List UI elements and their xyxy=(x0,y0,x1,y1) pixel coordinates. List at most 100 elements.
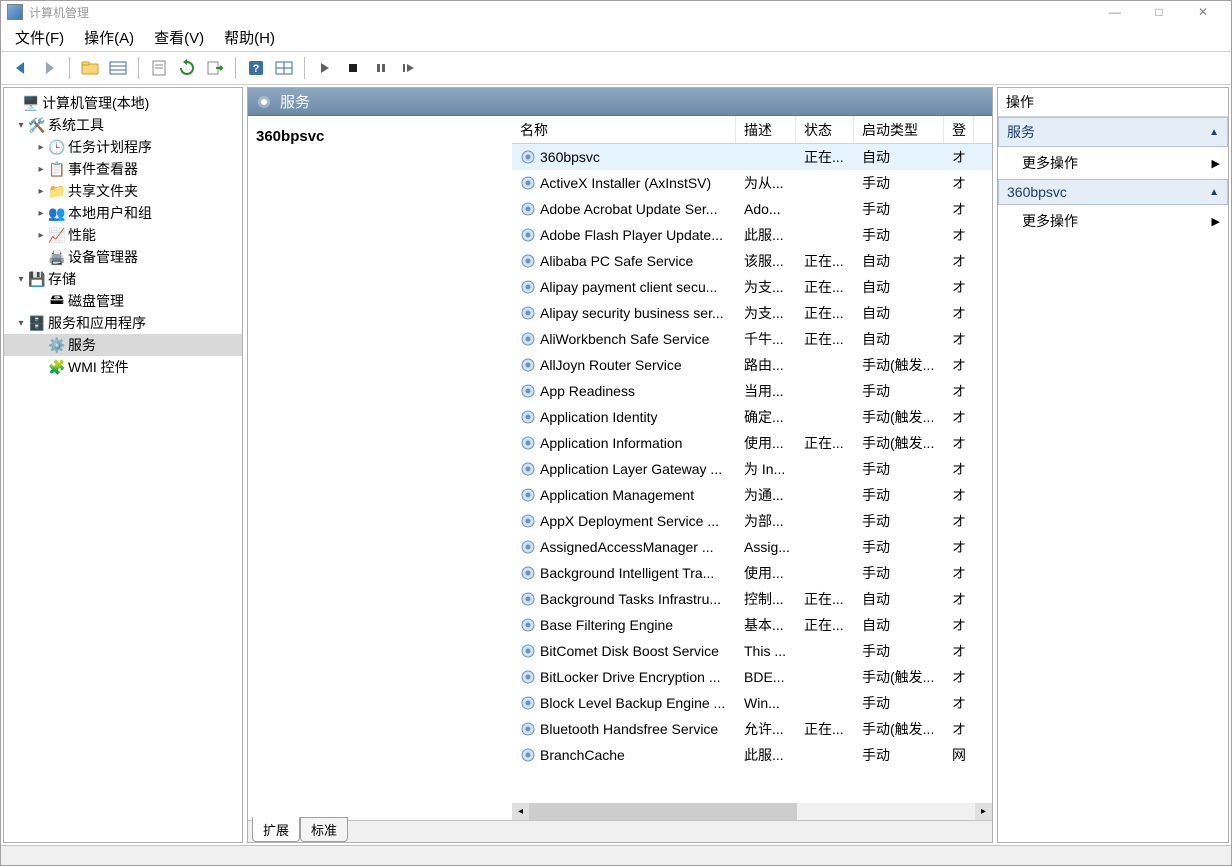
expand-icon[interactable]: ▸ xyxy=(34,142,48,153)
horizontal-scrollbar[interactable]: ◂ ▸ xyxy=(512,803,992,820)
scroll-thumb[interactable] xyxy=(529,803,797,820)
service-row[interactable]: Alipay security business ser...为支...正在..… xyxy=(512,300,992,326)
list-view-icon[interactable] xyxy=(105,55,131,81)
expand-icon[interactable]: ▸ xyxy=(34,230,48,241)
service-row[interactable]: BitComet Disk Boost ServiceThis ...手动オ xyxy=(512,638,992,664)
collapse-icon[interactable]: ▾ xyxy=(14,318,28,329)
expand-icon[interactable]: ▸ xyxy=(34,164,48,175)
col-logon[interactable]: 登 xyxy=(944,116,974,143)
tree-pane[interactable]: 🖥️ 计算机管理(本地) ▾ 🛠️ 系统工具 ▸ 🕒 任务计划程序 ▸ 📋 事件… xyxy=(3,87,243,843)
collapse-icon[interactable]: ▲ xyxy=(1209,127,1219,138)
tree-storage[interactable]: ▾ 💾 存储 xyxy=(4,268,242,290)
tree-performance[interactable]: ▸ 📈 性能 xyxy=(4,224,242,246)
service-row[interactable]: BranchCache此服...手动网 xyxy=(512,742,992,768)
service-row[interactable]: App Readiness当用...手动オ xyxy=(512,378,992,404)
cell-status: 正在... xyxy=(796,719,854,739)
tree-services-apps[interactable]: ▾ 🗄️ 服务和应用程序 xyxy=(4,312,242,334)
cell-desc: Ado... xyxy=(736,201,796,217)
col-status[interactable]: 状态 xyxy=(796,116,854,143)
service-row[interactable]: Adobe Flash Player Update...此服...手动オ xyxy=(512,222,992,248)
cell-name: Background Intelligent Tra... xyxy=(512,565,736,581)
tree-root[interactable]: 🖥️ 计算机管理(本地) xyxy=(4,92,242,114)
minimize-button[interactable]: — xyxy=(1093,2,1137,22)
scroll-track[interactable] xyxy=(529,803,975,820)
tree-disk-mgmt[interactable]: 🖴 磁盘管理 xyxy=(4,290,242,312)
service-row[interactable]: AllJoyn Router Service路由...手动(触发...オ xyxy=(512,352,992,378)
tree-local-users[interactable]: ▸ 👥 本地用户和组 xyxy=(4,202,242,224)
more-actions-selection[interactable]: 更多操作 ▶ xyxy=(998,205,1228,237)
service-row[interactable]: Alibaba PC Safe Service该服...正在...自动オ xyxy=(512,248,992,274)
tree-system-tools[interactable]: ▾ 🛠️ 系统工具 xyxy=(4,114,242,136)
help-icon[interactable]: ? xyxy=(243,55,269,81)
refresh-icon[interactable] xyxy=(174,55,200,81)
pause-icon[interactable] xyxy=(368,55,394,81)
tree-shared-folders[interactable]: ▸ 📁 共享文件夹 xyxy=(4,180,242,202)
service-row[interactable]: Alipay payment client secu...为支...正在...自… xyxy=(512,274,992,300)
clock-icon: 🕒 xyxy=(48,139,66,156)
tree-wmi[interactable]: 🧩 WMI 控件 xyxy=(4,356,242,378)
forward-button[interactable] xyxy=(36,55,62,81)
actions-section-services[interactable]: 服务 ▲ xyxy=(998,117,1228,147)
menu-help[interactable]: 帮助(H) xyxy=(214,23,285,52)
apps-icon: 🗄️ xyxy=(28,315,46,332)
close-button[interactable]: ✕ xyxy=(1181,2,1225,22)
service-row[interactable]: Application Management为通...手动オ xyxy=(512,482,992,508)
grid-icon[interactable] xyxy=(271,55,297,81)
rows-container[interactable]: 360bpsvc正在...自动オActiveX Installer (AxIns… xyxy=(512,144,992,803)
cell-logon: オ xyxy=(944,589,974,609)
cell-logon: オ xyxy=(944,407,974,427)
service-row[interactable]: AliWorkbench Safe Service千牛...正在...自动オ xyxy=(512,326,992,352)
cell-desc: This ... xyxy=(736,643,796,659)
service-row[interactable]: Base Filtering Engine基本...正在...自动オ xyxy=(512,612,992,638)
actions-section-selection[interactable]: 360bpsvc ▲ xyxy=(998,179,1228,205)
tree-device-manager[interactable]: 🖨️ 设备管理器 xyxy=(4,246,242,268)
more-actions-services[interactable]: 更多操作 ▶ xyxy=(998,147,1228,179)
export-icon[interactable] xyxy=(202,55,228,81)
tree-task-scheduler[interactable]: ▸ 🕒 任务计划程序 xyxy=(4,136,242,158)
service-row[interactable]: Block Level Backup Engine ...Win...手动オ xyxy=(512,690,992,716)
service-row[interactable]: Application Information使用...正在...手动(触发..… xyxy=(512,430,992,456)
service-row[interactable]: BitLocker Drive Encryption ...BDE...手动(触… xyxy=(512,664,992,690)
service-row[interactable]: Application Identity确定...手动(触发...オ xyxy=(512,404,992,430)
service-row[interactable]: Background Tasks Infrastru...控制...正在...自… xyxy=(512,586,992,612)
back-button[interactable] xyxy=(8,55,34,81)
properties-icon[interactable] xyxy=(146,55,172,81)
service-row[interactable]: ActiveX Installer (AxInstSV)为从...手动オ xyxy=(512,170,992,196)
gear-icon xyxy=(520,617,536,633)
service-row[interactable]: Adobe Acrobat Update Ser...Ado...手动オ xyxy=(512,196,992,222)
expand-icon[interactable]: ▸ xyxy=(34,186,48,197)
service-row[interactable]: AssignedAccessManager ...Assig...手动オ xyxy=(512,534,992,560)
tab-extended[interactable]: 扩展 xyxy=(252,817,300,842)
scroll-right-icon[interactable]: ▸ xyxy=(975,803,992,820)
tree-label: 共享文件夹 xyxy=(68,181,138,201)
collapse-icon[interactable]: ▾ xyxy=(14,120,28,131)
menu-file[interactable]: 文件(F) xyxy=(5,23,74,52)
stop-icon[interactable] xyxy=(340,55,366,81)
folder-icon[interactable] xyxy=(77,55,103,81)
tools-icon: 🛠️ xyxy=(28,117,46,134)
cell-desc: Win... xyxy=(736,695,796,711)
maximize-button[interactable]: □ xyxy=(1137,2,1181,22)
restart-icon[interactable] xyxy=(396,55,422,81)
collapse-icon[interactable]: ▲ xyxy=(1209,187,1219,198)
col-startup[interactable]: 启动类型 xyxy=(854,116,944,143)
service-row[interactable]: AppX Deployment Service ...为部...手动オ xyxy=(512,508,992,534)
expand-icon[interactable]: ▸ xyxy=(34,208,48,219)
menu-view[interactable]: 查看(V) xyxy=(144,23,214,52)
scroll-left-icon[interactable]: ◂ xyxy=(512,803,529,820)
tree-event-viewer[interactable]: ▸ 📋 事件查看器 xyxy=(4,158,242,180)
col-name[interactable]: 名称 xyxy=(512,116,736,143)
play-icon[interactable] xyxy=(312,55,338,81)
collapse-icon[interactable]: ▾ xyxy=(14,274,28,285)
service-row[interactable]: Background Intelligent Tra...使用...手动オ xyxy=(512,560,992,586)
service-row[interactable]: 360bpsvc正在...自动オ xyxy=(512,144,992,170)
cell-status: 正在... xyxy=(796,251,854,271)
service-row[interactable]: Bluetooth Handsfree Service允许...正在...手动(… xyxy=(512,716,992,742)
service-row[interactable]: Application Layer Gateway ...为 In...手动オ xyxy=(512,456,992,482)
cell-startup: 自动 xyxy=(854,329,944,349)
menu-action[interactable]: 操作(A) xyxy=(74,23,144,52)
tab-standard[interactable]: 标准 xyxy=(300,817,348,842)
col-desc[interactable]: 描述 xyxy=(736,116,796,143)
tree-services[interactable]: ⚙️ 服务 xyxy=(4,334,242,356)
cell-startup: 手动 xyxy=(854,641,944,661)
